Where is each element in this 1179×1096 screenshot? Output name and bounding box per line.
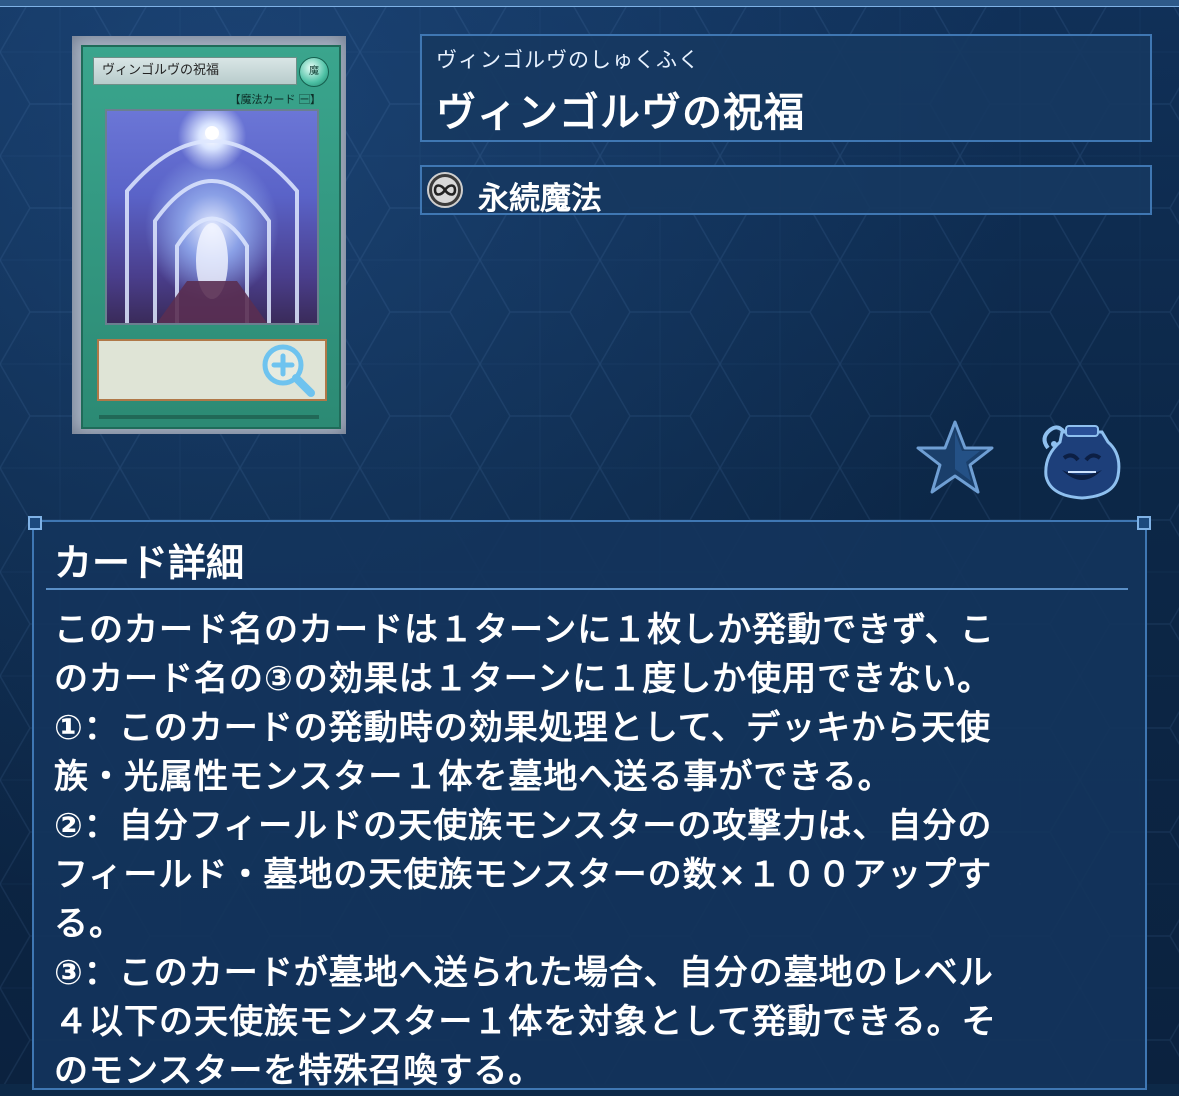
card-art-name: ヴィンゴルヴの祝福 <box>93 57 297 85</box>
panel-corner <box>1137 516 1151 530</box>
effect-line: ４以下の天使族モンスター１体を対象として発動できる。そ <box>54 1002 997 1042</box>
continuous-infinity-icon <box>427 172 463 208</box>
card-image[interactable]: ヴィンゴルヴの祝福 魔 【魔法カード 🈩】 <box>72 36 346 434</box>
card-type-panel: 永続魔法 <box>420 165 1152 217</box>
effect-line: 族・光属性モンスター１体を墓地へ送る事ができる。 <box>54 757 893 797</box>
effect-line: このカード名のカードは１ターンに１枚しか発動できず、こ <box>54 610 995 650</box>
artwork-arches <box>125 126 299 323</box>
card-details-panel: カード詳細 このカード名のカードは１ターンに１枚しか発動できず、こ のカード名の… <box>28 516 1151 1091</box>
card-text-box <box>97 339 327 401</box>
zoom-in-icon[interactable] <box>259 341 319 401</box>
effect-line: のカード名の③の効果は１ターンに１度しか使用できない。 <box>54 659 993 699</box>
divider <box>46 588 1128 590</box>
effect-line: ②：自分フィールドの天使族モンスターの攻撃力は、自分の <box>54 806 993 846</box>
card-attribute-icon: 魔 <box>299 57 329 87</box>
panel-corner <box>28 516 42 530</box>
effect-line: フィールド・墓地の天使族モンスターの数×１００アップす <box>54 855 993 895</box>
card-art-type: 【魔法カード 🈩】 <box>229 93 322 106</box>
card-footer <box>99 415 319 419</box>
effect-line: のモンスターを特殊召喚する。 <box>54 1051 544 1091</box>
card-artwork <box>105 109 319 325</box>
card-name-ruby: ヴィンゴルヴのしゅくふく <box>436 48 700 72</box>
star-icon[interactable] <box>914 418 996 496</box>
top-bar <box>0 0 1179 7</box>
details-title: カード詳細 <box>54 541 245 585</box>
effect-line: ①：このカードの発動時の効果処理として、デッキから天使 <box>54 708 992 748</box>
card-name: ヴィンゴルヴの祝福 <box>436 90 805 136</box>
card: ヴィンゴルヴの祝福 魔 【魔法カード 🈩】 <box>81 45 341 429</box>
effect-line: ③：このカードが墓地へ送られた場合、自分の墓地のレベル <box>54 953 994 993</box>
card-name-panel: ヴィンゴルヴのしゅくふく ヴィンゴルヴの祝福 <box>420 34 1152 142</box>
effect-line: る。 <box>54 904 124 944</box>
pot-icon[interactable] <box>1038 418 1122 500</box>
card-effect-text: このカード名のカードは１ターンに１枚しか発動できず、こ のカード名の③の効果は１… <box>54 606 1124 1096</box>
card-type-label: 永続魔法 <box>478 181 602 217</box>
